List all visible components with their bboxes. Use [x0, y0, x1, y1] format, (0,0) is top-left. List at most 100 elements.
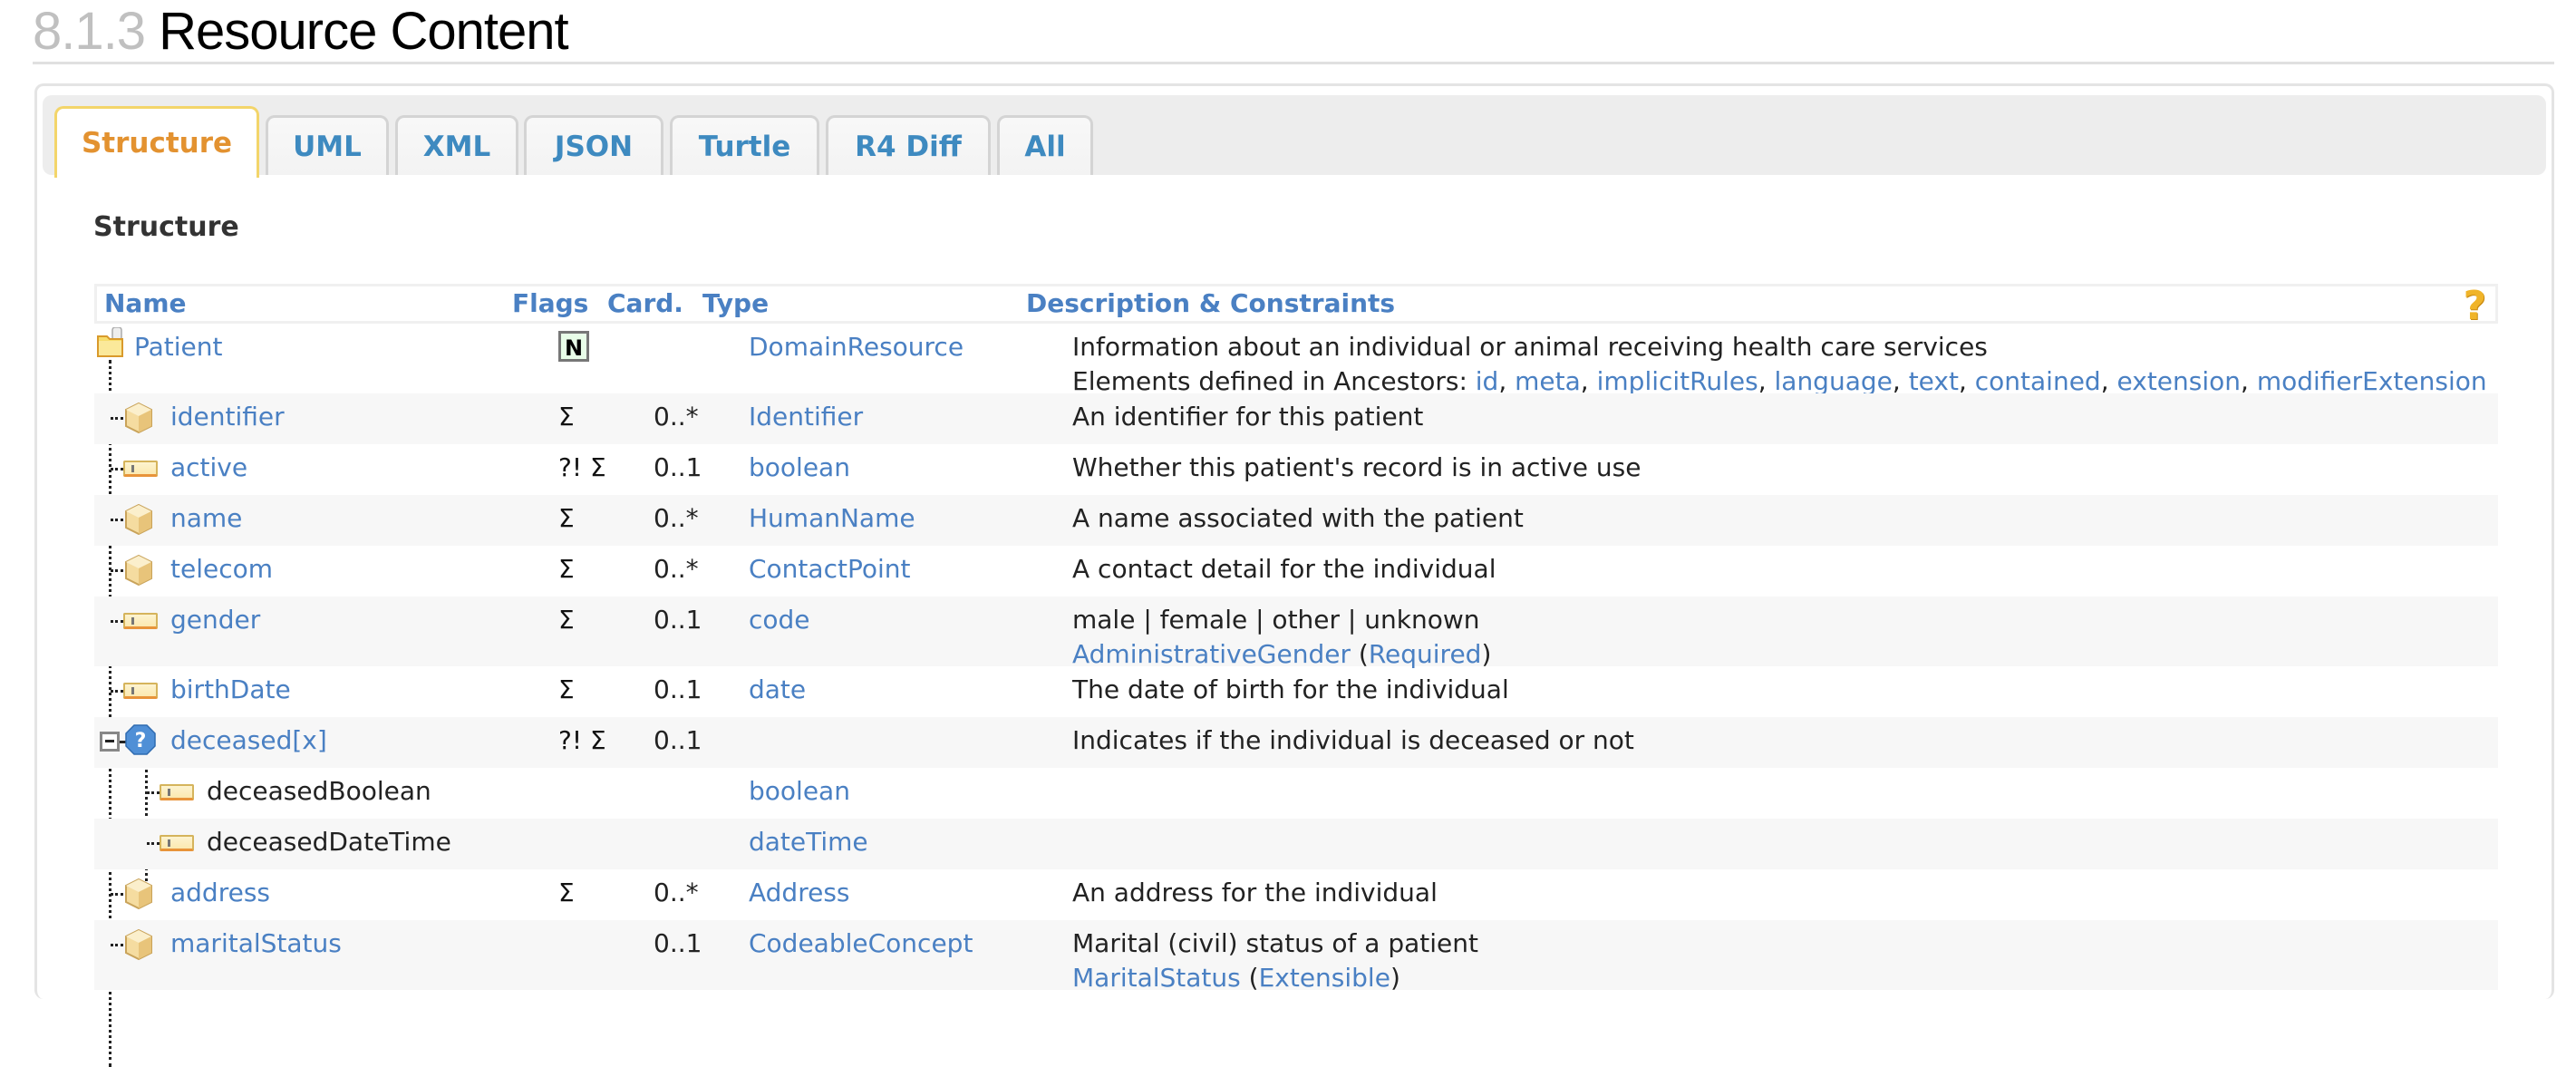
structure-heading: Structure — [93, 211, 239, 243]
element-name-link[interactable]: gender — [170, 604, 260, 636]
flags-cell[interactable]: Σ — [558, 502, 575, 535]
flags-cell[interactable]: Σ — [558, 553, 575, 586]
header-flags[interactable]: Flags — [512, 288, 588, 318]
table-body: Patient N DomainResource Information abo… — [94, 324, 2498, 1067]
cardinality-cell: 0..* — [654, 402, 699, 432]
description-text: Information about an individual or anima… — [1072, 332, 1988, 362]
content-panel: Structure UML XML JSON Turtle R4 Diff Al… — [34, 83, 2554, 1067]
normative-badge[interactable]: N — [558, 331, 589, 362]
binding-strength-link[interactable]: Extensible — [1259, 963, 1390, 993]
primitive-icon — [160, 835, 194, 851]
type-link[interactable]: code — [749, 604, 810, 636]
table-row: address Σ 0..* Address An address for th… — [94, 869, 2498, 920]
ancestor-link-id[interactable]: id — [1476, 366, 1499, 396]
ancestor-link-text[interactable]: text — [1909, 366, 1959, 396]
choice-option-name: deceasedBoolean — [207, 776, 431, 806]
description-text: male | female | other | unknown — [1072, 605, 1480, 635]
description-text: The date of birth for the individual — [1072, 674, 1509, 704]
header-type[interactable]: Type — [702, 288, 769, 318]
type-link[interactable]: dateTime — [749, 826, 868, 858]
flags-cell: N — [558, 329, 589, 364]
flags-cell[interactable]: Σ — [558, 877, 575, 909]
header-name[interactable]: Name — [104, 288, 187, 318]
tree-connector — [111, 620, 123, 623]
tree-connector — [111, 468, 123, 470]
element-name-link[interactable]: birthDate — [170, 674, 291, 706]
element-name-link[interactable]: active — [170, 451, 247, 484]
element-name-link[interactable]: maritalStatus — [170, 927, 342, 960]
element-name-link[interactable]: telecom — [170, 553, 273, 586]
primitive-icon — [123, 683, 158, 699]
type-link[interactable]: boolean — [749, 451, 850, 484]
flags-cell[interactable]: Σ — [558, 401, 575, 433]
description-text: A name associated with the patient — [1072, 503, 1524, 533]
description-cell: Marital (civil) status of a patient Mari… — [1072, 927, 1478, 994]
valueset-link[interactable]: AdministrativeGender — [1072, 639, 1351, 669]
flags-cell[interactable]: Σ — [558, 604, 575, 636]
structure-table: Name Flags Card. Type Description & Cons… — [94, 284, 2498, 1067]
help-icon[interactable]: ? — [2463, 286, 2486, 326]
tree-connector — [111, 893, 123, 896]
ancestor-link-implicitrules[interactable]: implicitRules — [1597, 366, 1758, 396]
type-link[interactable]: Address — [749, 877, 850, 909]
flags-cell[interactable]: ?! Σ — [558, 724, 606, 757]
tab-xml[interactable]: XML — [395, 115, 518, 175]
binding-strength-link[interactable]: Required — [1369, 639, 1482, 669]
tab-uml[interactable]: UML — [266, 115, 389, 175]
flags-cell[interactable]: Σ — [558, 674, 575, 706]
tree-connector — [111, 690, 123, 693]
element-name-link[interactable]: Patient — [134, 331, 223, 364]
tree-connector — [147, 791, 160, 794]
type-link[interactable]: ContactPoint — [749, 553, 910, 586]
flags-cell[interactable]: ?! Σ — [558, 451, 606, 484]
resource-folder-icon — [97, 327, 123, 357]
element-name-link[interactable]: deceased[x] — [170, 724, 327, 757]
primitive-icon — [160, 784, 194, 800]
ancestor-link-contained[interactable]: contained — [1975, 366, 2101, 396]
element-name-link[interactable]: address — [170, 877, 270, 909]
cardinality-cell: 0..* — [654, 554, 699, 584]
cardinality-cell: 0..1 — [654, 928, 702, 958]
ancestor-link-extension[interactable]: extension — [2117, 366, 2242, 396]
cardinality-cell: 0..1 — [654, 452, 702, 482]
table-row: telecom Σ 0..* ContactPoint A contact de… — [94, 546, 2498, 597]
ancestor-link-modifierextension[interactable]: modifierExtension — [2257, 366, 2487, 396]
tab-json[interactable]: JSON — [524, 115, 663, 175]
ancestors-label: Elements defined in Ancestors: — [1072, 366, 1476, 396]
cardinality-cell: 0..1 — [654, 725, 702, 755]
cardinality-cell: 0..* — [654, 503, 699, 533]
type-link[interactable]: date — [749, 674, 806, 706]
datatype-icon — [125, 555, 152, 586]
header-card[interactable]: Card. — [607, 288, 683, 318]
datatype-icon — [125, 878, 152, 909]
cardinality-cell: 0..1 — [654, 674, 702, 704]
description-text: Whether this patient's record is in acti… — [1072, 452, 1641, 482]
type-link[interactable]: Identifier — [749, 401, 863, 433]
header-description[interactable]: Description & Constraints — [1026, 288, 1395, 318]
cardinality-cell: 0..1 — [654, 605, 702, 635]
page-title: 8.1.3 Resource Content — [33, 0, 569, 63]
tab-all[interactable]: All — [997, 115, 1093, 175]
description-cell: male | female | other | unknown Administ… — [1072, 604, 1491, 671]
type-link[interactable]: HumanName — [749, 502, 915, 535]
table-row: gender Σ 0..1 code male | female | other… — [94, 597, 2498, 669]
element-name-link[interactable]: name — [170, 502, 242, 535]
tab-turtle[interactable]: Turtle — [670, 115, 819, 175]
table-row: deceasedDateTime dateTime — [94, 819, 2498, 869]
tree-connector — [147, 842, 160, 845]
type-link[interactable]: DomainResource — [749, 331, 964, 364]
ancestor-link-meta[interactable]: meta — [1515, 366, 1581, 396]
type-link[interactable]: CodeableConcept — [749, 927, 973, 960]
primitive-icon — [123, 613, 158, 629]
table-row: Patient N DomainResource Information abo… — [94, 324, 2498, 396]
tree-connector — [111, 417, 123, 420]
valueset-link[interactable]: MaritalStatus — [1072, 963, 1241, 993]
table-row: identifier Σ 0..* Identifier An identifi… — [94, 393, 2498, 444]
element-name-link[interactable]: identifier — [170, 401, 285, 433]
tab-structure[interactable]: Structure — [54, 106, 259, 178]
type-link[interactable]: boolean — [749, 775, 850, 808]
ancestor-link-language[interactable]: language — [1775, 366, 1893, 396]
description-cell: Information about an individual or anima… — [1072, 331, 2487, 398]
collapse-toggle-icon[interactable] — [100, 732, 120, 752]
tab-r4-diff[interactable]: R4 Diff — [826, 115, 991, 175]
